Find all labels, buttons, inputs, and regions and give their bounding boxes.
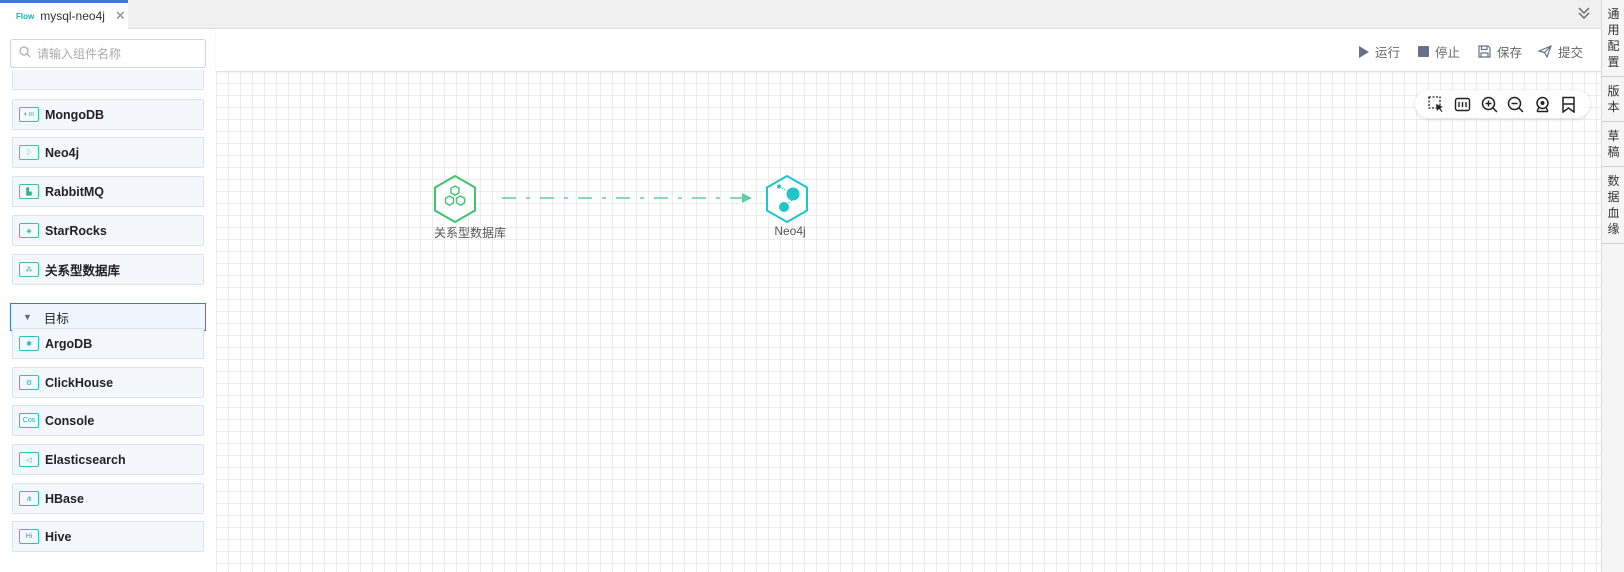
toolbar: 运行 停止 保存 提交: [216, 29, 1601, 71]
right-tab-char: 缘: [1607, 222, 1620, 236]
stop-label: 停止: [1435, 46, 1461, 60]
component-item-relational-db[interactable]: ⁂ 关系型数据库: [12, 254, 204, 285]
submit-button[interactable]: 提交: [1538, 42, 1583, 61]
right-tab-char: 稿: [1607, 145, 1620, 159]
search-input[interactable]: [37, 46, 187, 61]
flow-canvas[interactable]: [216, 71, 1601, 572]
hbase-icon: ⋔: [19, 491, 39, 506]
right-tab-char: 通: [1607, 7, 1620, 21]
right-tab-char: 用: [1607, 23, 1620, 37]
console-icon: Cos: [19, 413, 39, 428]
mongodb-icon: ◐ııı: [19, 107, 39, 122]
right-tab-char: 本: [1607, 100, 1620, 114]
component-item-argodb[interactable]: ✺ ArgoDB: [12, 328, 204, 359]
component-item-clickhouse[interactable]: ⚙ ClickHouse: [12, 367, 204, 398]
component-item-console[interactable]: Cos Console: [12, 405, 204, 436]
component-item-rabbitmq[interactable]: ▙ RabbitMQ: [12, 176, 204, 207]
flow-graph: [434, 174, 808, 224]
hive-icon: Hi: [19, 529, 39, 544]
right-tab-char: 数: [1607, 174, 1620, 188]
zoom-out-icon[interactable]: [1507, 96, 1524, 113]
component-item-hive[interactable]: Hi Hive: [12, 521, 204, 552]
rabbitmq-icon: ▙: [19, 184, 39, 199]
play-icon: [1359, 45, 1369, 58]
group-label: 目标: [43, 311, 69, 326]
fit-view-icon[interactable]: [1454, 96, 1471, 113]
tab-title: mysql-neo4j: [40, 9, 105, 23]
run-label: 运行: [1375, 46, 1401, 60]
neo4j-node[interactable]: [766, 174, 808, 224]
chevron-double-down-icon[interactable]: [1577, 6, 1591, 23]
argodb-icon: ✺: [19, 336, 39, 351]
component-label: MongoDB: [45, 107, 105, 122]
starrocks-icon: ◈: [19, 223, 39, 238]
component-label: RabbitMQ: [45, 184, 105, 199]
component-item-mongodb[interactable]: ◐ııı MongoDB: [12, 99, 204, 130]
locate-icon[interactable]: [1534, 96, 1551, 113]
right-tab-char: 血: [1607, 206, 1620, 220]
right-tab-char: 置: [1607, 55, 1620, 69]
caret-down-icon: ▼: [23, 312, 32, 322]
save-button[interactable]: 保存: [1478, 42, 1522, 61]
bookmark-icon[interactable]: [1560, 96, 1577, 113]
submit-label: 提交: [1558, 46, 1584, 60]
component-item-hbase[interactable]: ⋔ HBase: [12, 483, 204, 514]
list-item-partial[interactable]: [12, 70, 204, 90]
send-icon: [1538, 45, 1552, 58]
stop-button[interactable]: 停止: [1418, 42, 1460, 61]
run-button[interactable]: 运行: [1358, 42, 1400, 61]
right-tab-draft[interactable]: 草 稿: [1602, 122, 1624, 167]
component-search: [10, 39, 206, 68]
arrow-head-icon: [742, 193, 752, 203]
right-tab-char: 据: [1607, 190, 1620, 204]
component-label: StarRocks: [45, 223, 107, 238]
component-label: 关系型数据库: [45, 264, 121, 278]
search-icon: [19, 46, 31, 61]
neo4j-icon: ⠕: [19, 145, 39, 160]
elasticsearch-icon: ◁: [19, 452, 39, 467]
tab-mysql-neo4j[interactable]: Flow mysql-neo4j ✕: [0, 0, 128, 29]
save-icon: [1478, 45, 1491, 58]
relational-db-node[interactable]: [434, 174, 476, 224]
component-label: ClickHouse: [45, 375, 114, 390]
node-label-relational-db: 关系型数据库: [433, 226, 506, 240]
flow-icon: Flow: [16, 11, 35, 21]
tab-bar: Flow mysql-neo4j ✕: [0, 0, 1601, 29]
right-panel: 通 用 配 置 版 本 草 稿 数 据 血 缘: [1601, 0, 1624, 572]
component-item-elasticsearch[interactable]: ◁ Elasticsearch: [12, 444, 204, 475]
component-label: ArgoDB: [45, 336, 93, 351]
right-tab-char: 草: [1607, 129, 1620, 143]
right-tab-general-config[interactable]: 通 用 配 置: [1602, 0, 1624, 77]
right-tab-char: 版: [1607, 84, 1620, 98]
component-label: Elasticsearch: [45, 452, 126, 467]
clickhouse-icon: ⚙: [19, 375, 39, 390]
relational-db-icon: ⁂: [19, 262, 39, 277]
box-select-icon[interactable]: [1428, 95, 1445, 113]
group-header-target[interactable]: ▼ 目标: [10, 303, 206, 331]
component-item-neo4j[interactable]: ⠕ Neo4j: [12, 137, 204, 168]
right-tab-char: 配: [1607, 39, 1620, 53]
save-label: 保存: [1497, 46, 1523, 60]
right-tab-lineage[interactable]: 数 据 血 缘: [1602, 167, 1624, 244]
component-sidebar: ◐ııı MongoDB ⠕ Neo4j ▙ RabbitMQ ◈ StarRo…: [0, 29, 216, 572]
component-label: Console: [45, 413, 95, 428]
stop-icon: [1418, 46, 1429, 57]
component-label: Neo4j: [45, 145, 80, 160]
component-label: HBase: [45, 491, 84, 506]
close-icon[interactable]: ✕: [115, 8, 126, 24]
right-tab-version[interactable]: 版 本: [1602, 77, 1624, 122]
canvas-toolbar: [1415, 90, 1590, 118]
component-label: Hive: [45, 529, 72, 544]
zoom-in-icon[interactable]: [1481, 96, 1498, 113]
node-label-neo4j: Neo4j: [774, 224, 806, 238]
component-item-starrocks[interactable]: ◈ StarRocks: [12, 215, 204, 246]
